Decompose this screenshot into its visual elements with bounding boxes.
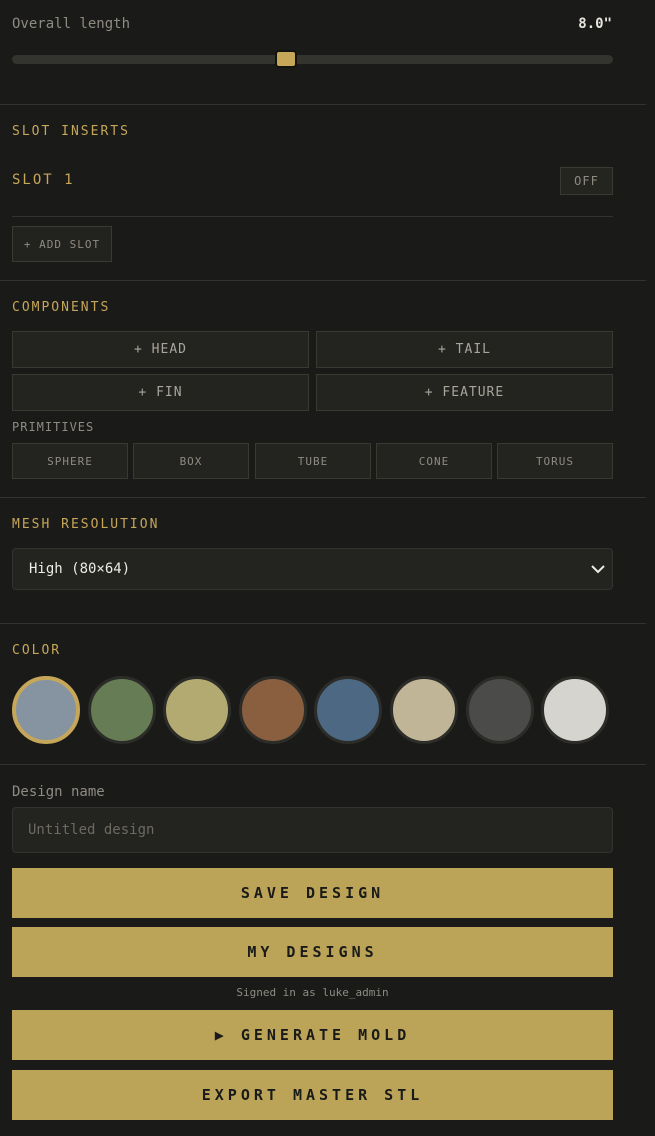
- color-swatch[interactable]: [238, 676, 307, 744]
- color-swatch[interactable]: [390, 676, 458, 744]
- color-title: COLOR: [12, 643, 62, 658]
- save-design-button[interactable]: SAVE DESIGN: [12, 868, 613, 918]
- length-slider-thumb[interactable]: [275, 50, 298, 68]
- add-slot-button[interactable]: + ADD SLOT: [12, 226, 112, 262]
- color-swatch[interactable]: [87, 676, 156, 744]
- slot-inserts-title: SLOT INSERTS: [12, 124, 130, 139]
- color-swatch[interactable]: [163, 676, 232, 744]
- primitive-tube-button[interactable]: TUBE: [255, 443, 371, 479]
- my-designs-button[interactable]: MY DESIGNS: [12, 927, 613, 977]
- slot-1-name: SLOT 1: [12, 172, 75, 188]
- add-head-button[interactable]: + HEAD: [12, 331, 309, 368]
- slot-1-toggle[interactable]: OFF: [560, 167, 613, 195]
- color-swatch[interactable]: [314, 676, 383, 744]
- design-name-input[interactable]: [12, 807, 613, 853]
- add-tail-button[interactable]: + TAIL: [316, 331, 613, 368]
- primitive-sphere-button[interactable]: SPHERE: [12, 443, 128, 479]
- length-value: 8.0": [578, 16, 612, 32]
- primitive-box-button[interactable]: BOX: [133, 443, 249, 479]
- slot-divider: [12, 216, 613, 217]
- export-master-stl-button[interactable]: EXPORT MASTER STL: [12, 1070, 613, 1120]
- chevron-down-icon: [591, 565, 605, 574]
- length-slider-track[interactable]: [12, 55, 613, 64]
- mesh-selected-value: High (80×64): [29, 561, 131, 577]
- length-label: Overall length: [12, 16, 131, 32]
- generate-mold-button[interactable]: ▶ GENERATE MOLD: [12, 1010, 613, 1060]
- primitive-cone-button[interactable]: CONE: [376, 443, 492, 479]
- primitives-label: PRIMITIVES: [12, 420, 95, 434]
- components-title: COMPONENTS: [12, 300, 111, 315]
- color-swatch[interactable]: [12, 676, 80, 744]
- signed-in-status: Signed in as luke_admin: [236, 986, 389, 999]
- primitive-torus-button[interactable]: TORUS: [497, 443, 613, 479]
- color-swatch[interactable]: [541, 676, 610, 744]
- mesh-title: MESH RESOLUTION: [12, 517, 160, 532]
- design-name-label: Design name: [12, 784, 105, 800]
- mesh-resolution-select[interactable]: High (80×64): [12, 548, 613, 590]
- add-fin-button[interactable]: + FIN: [12, 374, 309, 411]
- color-swatch[interactable]: [465, 676, 534, 744]
- add-feature-button[interactable]: + FEATURE: [316, 374, 613, 411]
